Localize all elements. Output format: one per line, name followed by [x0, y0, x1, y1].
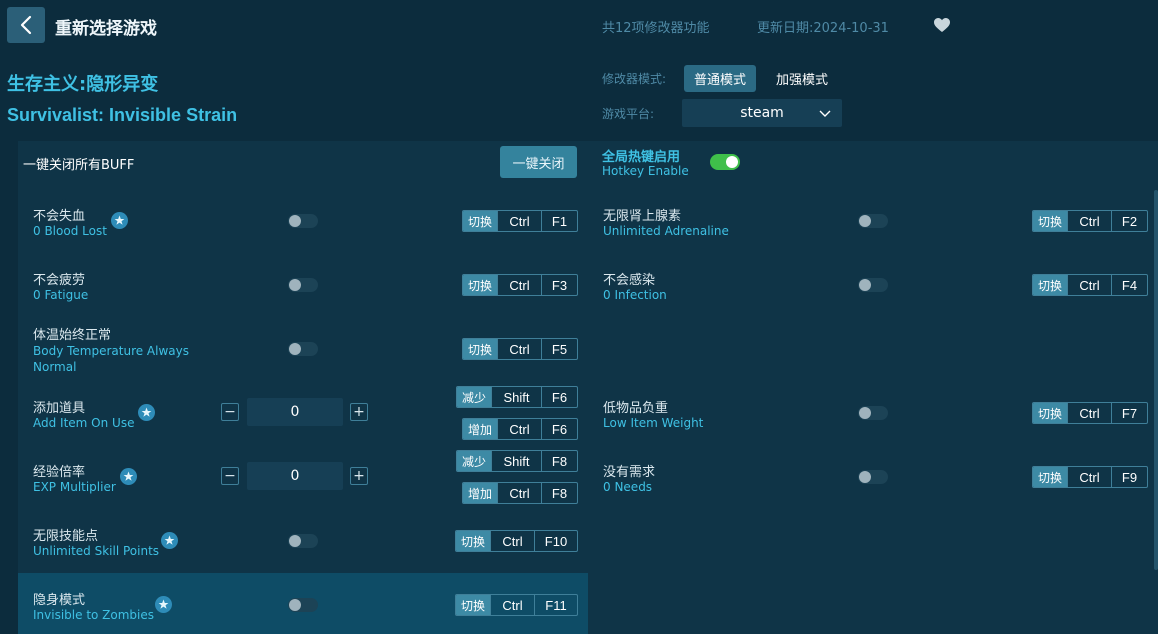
- feature-label-cn: 体温始终正常: [33, 328, 112, 343]
- close-all-button[interactable]: 一键关闭: [500, 146, 577, 178]
- hotkey-label-en: Hotkey Enable: [602, 164, 689, 178]
- feature-label-en: Invisible to Zombies: [33, 608, 155, 622]
- feature-label-en: 0 Infection: [603, 288, 667, 302]
- update-date: 更新日期:2024-10-31: [757, 21, 889, 36]
- heart-icon[interactable]: [933, 17, 951, 33]
- feature-label-cn: 无限技能点: [33, 529, 99, 544]
- feature-label-cn: 没有需求: [603, 465, 656, 480]
- scrollbar[interactable]: [1154, 190, 1158, 570]
- page-title: 重新选择游戏: [55, 19, 157, 39]
- hotkey-combo[interactable]: 减少 Shift F6: [456, 386, 578, 408]
- feature-label-en: 0 Fatigue: [33, 288, 89, 302]
- feature-label-en: EXP Multiplier: [33, 480, 116, 494]
- hotkey-combo[interactable]: 切换 Ctrl F4: [1032, 274, 1148, 296]
- hotkey-combo[interactable]: 增加 Ctrl F8: [462, 482, 578, 504]
- back-button[interactable]: [7, 7, 45, 43]
- feature-label-cn: 隐身模式: [33, 593, 86, 608]
- chevron-down-icon: [819, 110, 831, 117]
- decrement-button[interactable]: −: [221, 467, 239, 485]
- platform-value: steam: [740, 105, 784, 121]
- star-icon: [120, 468, 137, 485]
- feature-label-cn: 低物品负重: [603, 401, 669, 416]
- hotkey-combo[interactable]: 切换 Ctrl F7: [1032, 402, 1148, 424]
- feature-toggle[interactable]: [288, 534, 318, 548]
- feature-label-en: Unlimited Skill Points: [33, 544, 160, 558]
- star-icon: [138, 404, 155, 421]
- increment-button[interactable]: +: [350, 467, 368, 485]
- game-title-en: Survivalist: Invisible Strain: [7, 105, 238, 125]
- feature-label-en: 0 Blood Lost: [33, 224, 107, 238]
- feature-toggle[interactable]: [858, 406, 888, 420]
- feature-label-cn: 无限肾上腺素: [603, 209, 682, 224]
- hotkey-combo[interactable]: 减少 Shift F8: [456, 450, 578, 472]
- hotkey-combo[interactable]: 切换 Ctrl F2: [1032, 210, 1148, 232]
- hotkey-combo[interactable]: 切换 Ctrl F9: [1032, 466, 1148, 488]
- plus-icon: +: [353, 468, 365, 484]
- hotkey-combo[interactable]: 切换 Ctrl F1: [462, 210, 578, 232]
- feature-toggle[interactable]: [288, 342, 318, 356]
- minus-icon: −: [224, 404, 236, 420]
- feature-label-en: Unlimited Adrenaline: [603, 224, 729, 238]
- feature-toggle[interactable]: [288, 598, 318, 612]
- minus-icon: −: [224, 468, 236, 484]
- hotkey-combo[interactable]: 切换 Ctrl F5: [462, 338, 578, 360]
- star-icon: [155, 596, 172, 613]
- features-panel: [18, 141, 1158, 634]
- feature-label-cn: 不会疲劳: [33, 273, 86, 288]
- platform-label: 游戏平台:: [602, 107, 655, 121]
- game-title-cn: 生存主义:隐形异变: [7, 74, 159, 95]
- feature-toggle[interactable]: [858, 470, 888, 484]
- feature-toggle[interactable]: [858, 214, 888, 228]
- hotkey-combo[interactable]: 增加 Ctrl F6: [462, 418, 578, 440]
- feature-count: 共12项修改器功能: [602, 21, 710, 36]
- hotkey-label-cn: 全局热键启用: [602, 150, 681, 165]
- hotkey-combo[interactable]: 切换 Ctrl F3: [462, 274, 578, 296]
- feature-label-en: 0 Needs: [603, 480, 653, 494]
- feature-label-en: Normal: [33, 360, 77, 374]
- star-icon: [111, 212, 128, 229]
- enhanced-mode-button[interactable]: 加强模式: [766, 65, 838, 92]
- hotkey-enable-toggle[interactable]: [710, 154, 740, 170]
- hotkey-combo[interactable]: 切换 Ctrl F11: [455, 594, 578, 616]
- feature-toggle[interactable]: [288, 278, 318, 292]
- feature-label-en: Low Item Weight: [603, 416, 704, 430]
- hotkey-combo[interactable]: 切换 Ctrl F10: [455, 530, 578, 552]
- quantity-input[interactable]: 0: [247, 462, 343, 490]
- feature-label-cn: 不会感染: [603, 273, 656, 288]
- feature-label-cn: 不会失血: [33, 209, 86, 224]
- normal-mode-button[interactable]: 普通模式: [684, 65, 756, 92]
- feature-label-en: Body Temperature Always: [33, 344, 189, 358]
- feature-toggle[interactable]: [858, 278, 888, 292]
- feature-toggle[interactable]: [288, 214, 318, 228]
- star-icon: [161, 532, 178, 549]
- decrement-button[interactable]: −: [221, 403, 239, 421]
- quantity-input[interactable]: 0: [247, 398, 343, 426]
- feature-label-en: Add Item On Use: [33, 416, 135, 430]
- mode-label: 修改器模式:: [602, 72, 667, 86]
- chevron-left-icon: [20, 15, 32, 35]
- plus-icon: +: [353, 404, 365, 420]
- platform-select[interactable]: steam: [682, 99, 842, 127]
- feature-label-cn: 经验倍率: [33, 465, 86, 480]
- feature-label-cn: 添加道具: [33, 401, 86, 416]
- buff-label: 一键关闭所有BUFF: [23, 158, 135, 173]
- increment-button[interactable]: +: [350, 403, 368, 421]
